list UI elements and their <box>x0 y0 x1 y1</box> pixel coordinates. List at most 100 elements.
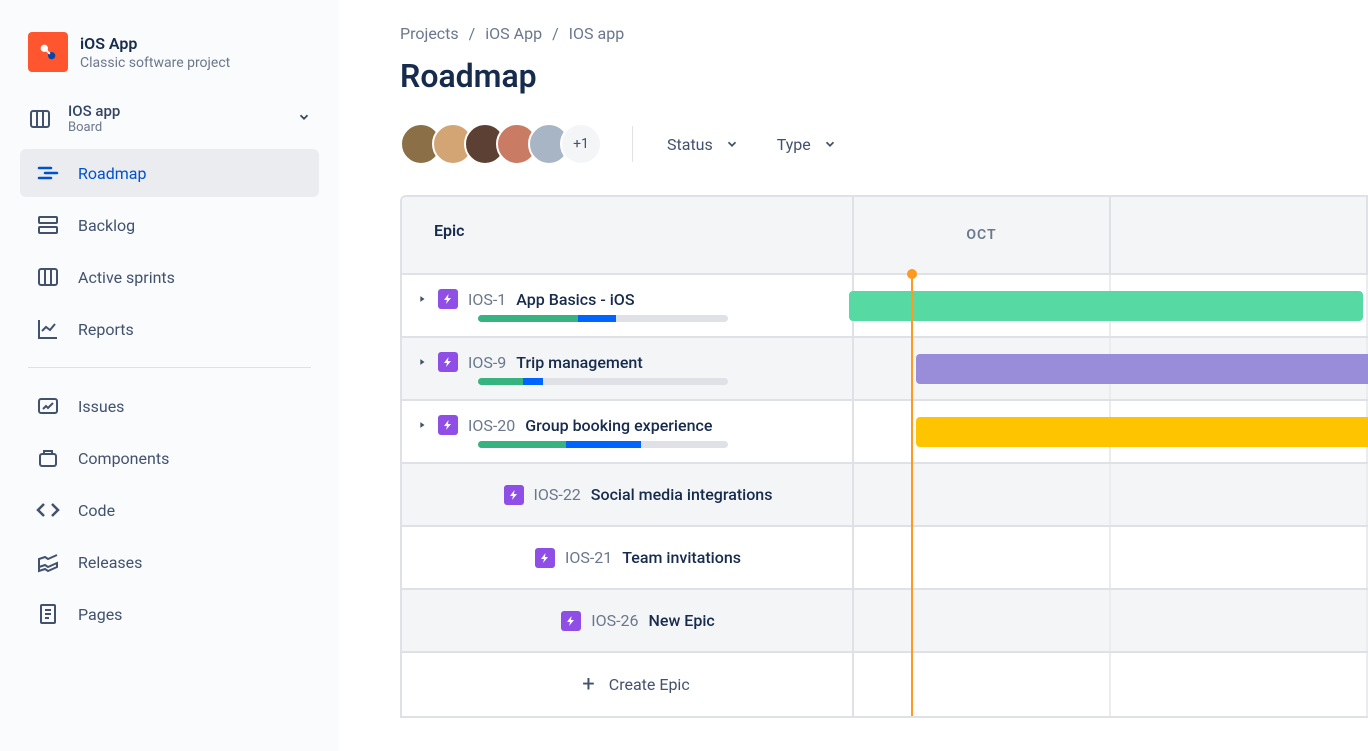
board-selector[interactable]: IOS app Board <box>12 92 327 145</box>
timeline: Epic OCT IOS-1 App Basics - iOS IOS-9 Trip … <box>400 195 1368 718</box>
epic-title[interactable]: New Epic <box>649 611 715 630</box>
nav-active-sprints[interactable]: Active sprints <box>20 253 319 301</box>
avatar-stack[interactable]: +1 <box>400 123 602 165</box>
epic-type-icon <box>438 289 458 309</box>
nav-backlog[interactable]: Backlog <box>20 201 319 249</box>
epic-key[interactable]: IOS-26 <box>591 611 638 630</box>
timeline-bar[interactable] <box>849 291 1363 321</box>
epic-title[interactable]: Group booking experience <box>525 416 712 435</box>
timeline-cell[interactable] <box>854 401 1368 462</box>
epic-row: IOS-1 App Basics - iOS <box>402 275 1368 338</box>
epic-row: IOS-9 Trip management <box>402 338 1368 401</box>
epic-cell[interactable]: IOS-9 Trip management <box>402 338 854 399</box>
breadcrumb: Projects / iOS App / IOS app <box>400 24 1368 43</box>
nav-roadmap[interactable]: Roadmap <box>20 149 319 197</box>
progress-bar <box>478 441 728 448</box>
timeline-cell[interactable] <box>854 464 1368 525</box>
board-label: Board <box>68 120 120 135</box>
code-icon <box>36 498 60 522</box>
epic-title[interactable]: App Basics - iOS <box>516 290 634 309</box>
create-epic-label: Create Epic <box>609 675 690 694</box>
nav-label: Backlog <box>78 216 135 235</box>
expand-caret-icon[interactable] <box>416 420 428 430</box>
nav-label: Reports <box>78 320 134 339</box>
chevron-down-icon <box>823 137 837 151</box>
project-subtitle: Classic software project <box>80 55 230 71</box>
epic-row: IOS-21 Team invitations <box>402 527 1368 590</box>
nav-divider <box>28 367 311 368</box>
epic-cell[interactable]: IOS-20 Group booking experience <box>402 401 854 462</box>
timeline-cell[interactable] <box>854 275 1368 336</box>
epic-cell[interactable]: IOS-21 Team invitations <box>402 527 854 588</box>
nav-components[interactable]: Components <box>20 434 319 482</box>
epic-key[interactable]: IOS-22 <box>534 485 581 504</box>
timeline-bar[interactable] <box>916 354 1368 384</box>
epic-type-icon <box>438 415 458 435</box>
epic-rows: IOS-1 App Basics - iOS IOS-9 Trip managemen… <box>402 275 1368 716</box>
epic-cell[interactable]: IOS-22 Social media integrations <box>402 464 854 525</box>
type-filter[interactable]: Type <box>773 127 841 162</box>
timeline-bar[interactable] <box>916 417 1368 447</box>
main-content: Projects / iOS App / IOS app Roadmap +1 … <box>340 0 1368 751</box>
timeline-cell[interactable] <box>854 527 1368 588</box>
nav-label: Releases <box>78 553 142 572</box>
progress-bar <box>478 315 728 322</box>
nav-label: Components <box>78 449 169 468</box>
nav-issues[interactable]: Issues <box>20 382 319 430</box>
chevron-down-icon <box>725 137 739 151</box>
project-title: iOS App <box>80 34 230 53</box>
toolbar: +1 Status Type <box>400 123 1368 165</box>
project-icon <box>28 32 68 72</box>
epic-title[interactable]: Trip management <box>516 353 642 372</box>
nav-code[interactable]: Code <box>20 486 319 534</box>
expand-caret-icon[interactable] <box>416 294 428 304</box>
nav-label: Roadmap <box>78 164 146 183</box>
chevron-down-icon <box>297 109 311 128</box>
nav-label: Pages <box>78 605 122 624</box>
epic-key[interactable]: IOS-20 <box>468 416 515 435</box>
plus-icon: + <box>582 672 594 697</box>
sprints-icon <box>36 265 60 289</box>
breadcrumb-projects[interactable]: Projects <box>400 24 459 43</box>
create-epic-button[interactable]: + Create Epic <box>402 653 854 716</box>
components-icon <box>36 446 60 470</box>
timeline-header: Epic OCT <box>402 197 1368 275</box>
epic-key[interactable]: IOS-1 <box>468 290 506 309</box>
epic-type-icon <box>535 548 555 568</box>
month-column: OCT <box>854 197 1111 273</box>
months-header: OCT <box>854 197 1368 273</box>
epic-row: IOS-20 Group booking experience <box>402 401 1368 464</box>
board-icon <box>28 107 52 131</box>
progress-bar <box>478 378 728 385</box>
nav-reports[interactable]: Reports <box>20 305 319 353</box>
epic-title[interactable]: Social media integrations <box>591 485 773 504</box>
epic-type-icon <box>504 485 524 505</box>
epic-cell[interactable]: IOS-26 New Epic <box>402 590 854 651</box>
timeline-cell[interactable] <box>854 338 1368 399</box>
nav-label: Active sprints <box>78 268 175 287</box>
month-column <box>1111 197 1368 273</box>
breadcrumb-project[interactable]: iOS App <box>485 24 542 43</box>
roadmap-icon <box>36 161 60 185</box>
epic-cell[interactable]: IOS-1 App Basics - iOS <box>402 275 854 336</box>
epic-key[interactable]: IOS-9 <box>468 353 506 372</box>
filter-label: Status <box>667 135 713 154</box>
filter-label: Type <box>777 135 811 154</box>
create-epic-row: + Create Epic <box>402 653 1368 716</box>
epic-type-icon <box>438 352 458 372</box>
expand-caret-icon[interactable] <box>416 357 428 367</box>
epic-type-icon <box>561 611 581 631</box>
timeline-cell[interactable] <box>854 590 1368 651</box>
nav-pages[interactable]: Pages <box>20 590 319 638</box>
status-filter[interactable]: Status <box>663 127 743 162</box>
avatar-more[interactable]: +1 <box>560 123 602 165</box>
breadcrumb-board[interactable]: IOS app <box>569 24 625 43</box>
today-marker-dot <box>907 269 917 279</box>
nav-label: Issues <box>78 397 124 416</box>
page-title: Roadmap <box>400 57 1368 95</box>
sidebar: iOS App Classic software project IOS app… <box>0 0 340 751</box>
epic-title[interactable]: Team invitations <box>622 548 741 567</box>
epic-key[interactable]: IOS-21 <box>565 548 612 567</box>
timeline-cell <box>854 653 1368 716</box>
nav-releases[interactable]: Releases <box>20 538 319 586</box>
